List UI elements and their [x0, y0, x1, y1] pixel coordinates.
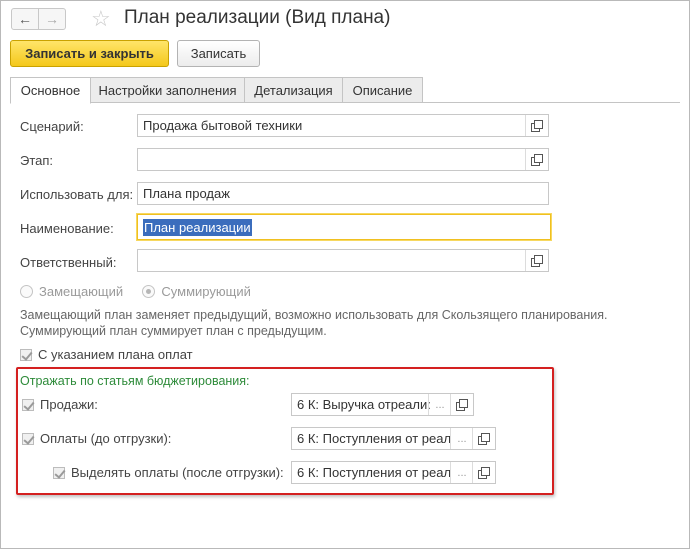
tab-fill-settings[interactable]: Настройки заполнения [90, 77, 245, 103]
scenario-field[interactable]: Продажа бытовой техники [137, 114, 549, 137]
radio-summing-label: Суммирующий [161, 284, 251, 299]
note-line-2: Суммирующий план суммирует план с предыд… [20, 324, 327, 338]
payments-select-button[interactable]: ... [450, 428, 473, 449]
post-payments-budget-item-value: 6 К: Поступления от реал [297, 465, 452, 480]
stage-field[interactable] [137, 148, 549, 171]
responsible-field[interactable] [137, 249, 549, 272]
forward-button[interactable]: → [38, 8, 66, 30]
radio-replacing-label: Замещающий [39, 284, 124, 299]
plan-type-radio-group: Замещающий Суммирующий [20, 284, 251, 299]
payments-label: Оплаты (до отгрузки): [40, 431, 172, 446]
note-line-1: Замещающий план заменяет предыдущий, воз… [20, 308, 608, 322]
payment-schedule-label: С указанием плана оплат [38, 347, 193, 362]
scenario-value: Продажа бытовой техники [143, 118, 303, 133]
post-payments-checkbox[interactable] [53, 466, 65, 479]
name-value: План реализации [143, 218, 252, 236]
post-payments-open-button[interactable] [472, 462, 495, 483]
tab-main[interactable]: Основное [10, 77, 91, 104]
radio-summing[interactable] [142, 285, 156, 298]
window-title: План реализации (Вид плана) [124, 7, 391, 28]
name-input[interactable]: План реализации [137, 214, 551, 240]
open-form-icon [456, 398, 468, 411]
open-form-icon [478, 466, 490, 479]
open-form-icon [478, 432, 490, 445]
form-window: ← → ☆ План реализации (Вид плана) Записа… [0, 0, 690, 549]
sales-checkbox[interactable] [22, 398, 34, 411]
open-form-icon [531, 254, 543, 267]
post-payments-budget-item-field[interactable]: 6 К: Поступления от реал ... [291, 461, 496, 484]
plan-type-note: Замещающий план заменяет предыдущий, воз… [20, 307, 670, 339]
sales-label: Продажи: [40, 397, 98, 412]
radio-replacing[interactable] [20, 285, 33, 298]
use-for-label: Использовать для: [20, 187, 134, 202]
save-and-close-button[interactable]: Записать и закрыть [10, 40, 169, 67]
sales-checkbox-row[interactable]: Продажи: [22, 397, 98, 412]
payments-budget-item-value: 6 К: Поступления от реал [297, 431, 452, 446]
post-payments-label: Выделять оплаты (после отгрузки): [71, 465, 284, 480]
post-payments-checkbox-row[interactable]: Выделять оплаты (после отгрузки): [53, 465, 284, 480]
stage-label: Этап: [20, 153, 54, 168]
payments-checkbox-row[interactable]: Оплаты (до отгрузки): [22, 431, 171, 446]
responsible-label: Ответственный: [20, 255, 117, 270]
payment-schedule-checkbox-row[interactable]: С указанием плана оплат [20, 347, 193, 362]
open-form-icon [531, 119, 543, 132]
arrow-left-icon: ← [18, 11, 32, 27]
arrow-right-icon: → [45, 11, 59, 27]
stage-open-button[interactable] [525, 149, 548, 170]
favorite-star-icon[interactable]: ☆ [91, 6, 111, 32]
sales-budget-item-field[interactable]: 6 К: Выручка отреали: ... [291, 393, 474, 416]
tab-details[interactable]: Детализация [244, 77, 343, 103]
use-for-value: Плана продаж [143, 186, 230, 201]
payments-budget-item-field[interactable]: 6 К: Поступления от реал ... [291, 427, 496, 450]
post-payments-select-button[interactable]: ... [450, 462, 473, 483]
open-form-icon [531, 153, 543, 166]
sales-open-button[interactable] [450, 394, 473, 415]
tab-description[interactable]: Описание [342, 77, 423, 103]
use-for-field[interactable]: Плана продаж [137, 182, 549, 205]
payments-checkbox[interactable] [22, 432, 34, 445]
payment-schedule-checkbox[interactable] [20, 348, 32, 361]
name-label: Наименование: [20, 221, 114, 236]
scenario-label: Сценарий: [20, 119, 84, 134]
sales-budget-item-value: 6 К: Выручка отреали: [297, 397, 431, 412]
budget-section-label: Отражать по статьям бюджетирования: [20, 374, 250, 388]
scenario-open-button[interactable] [525, 115, 548, 136]
save-button[interactable]: Записать [177, 40, 260, 67]
responsible-open-button[interactable] [525, 250, 548, 271]
sales-select-button[interactable]: ... [428, 394, 451, 415]
back-button[interactable]: ← [11, 8, 39, 30]
payments-open-button[interactable] [472, 428, 495, 449]
